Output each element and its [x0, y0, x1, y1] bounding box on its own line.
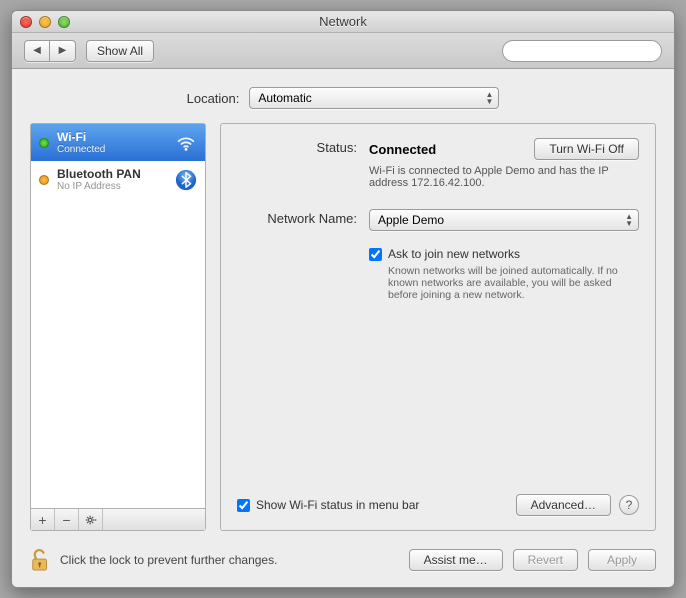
network-name-select-wrap[interactable]: Apple Demo ▲▼: [369, 209, 639, 231]
sidebar-footer: + −: [31, 508, 205, 530]
search-input[interactable]: [515, 44, 670, 58]
ask-to-join-input[interactable]: [369, 248, 382, 261]
apply-button[interactable]: Apply: [588, 549, 656, 571]
gear-icon: [84, 513, 98, 527]
service-actions-button[interactable]: [79, 509, 103, 530]
status-label: Status:: [237, 138, 357, 189]
location-label: Location:: [187, 91, 240, 106]
detail-footer: Show Wi-Fi status in menu bar Advanced… …: [237, 486, 639, 516]
show-menubar-input[interactable]: [237, 499, 250, 512]
revert-button[interactable]: Revert: [513, 549, 578, 571]
lock-area[interactable]: Click the lock to prevent further change…: [30, 547, 399, 573]
sidebar-item-status: No IP Address: [57, 181, 167, 192]
service-list: Wi-Fi Connected: [31, 124, 205, 508]
lock-text: Click the lock to prevent further change…: [60, 553, 277, 567]
bluetooth-icon: [175, 169, 197, 191]
remove-service-button[interactable]: −: [55, 509, 79, 530]
wifi-icon: [175, 132, 197, 154]
show-menubar-label: Show Wi-Fi status in menu bar: [256, 498, 419, 512]
location-select[interactable]: Automatic: [249, 87, 499, 109]
detail-pane: Status: Connected Turn Wi-Fi Off Wi-Fi i…: [220, 123, 656, 531]
show-menubar-checkbox[interactable]: Show Wi-Fi status in menu bar: [237, 498, 508, 512]
ask-to-join-checkbox[interactable]: Ask to join new networks: [369, 247, 639, 261]
location-select-wrap[interactable]: Automatic ▲▼: [249, 87, 499, 109]
network-preferences-window: Network ◀ ▶ Show All Location: Automatic…: [11, 10, 675, 588]
window-title: Network: [12, 14, 674, 29]
status-dot-icon: [39, 138, 49, 148]
show-all-button[interactable]: Show All: [86, 40, 154, 62]
sidebar-item-wifi[interactable]: Wi-Fi Connected: [31, 124, 205, 161]
assist-button[interactable]: Assist me…: [409, 549, 503, 571]
nav-segment: ◀ ▶: [24, 40, 76, 62]
titlebar: Network: [12, 11, 674, 33]
help-button[interactable]: ?: [619, 495, 639, 515]
back-button[interactable]: ◀: [24, 40, 50, 62]
network-name-label: Network Name:: [237, 209, 357, 231]
advanced-button[interactable]: Advanced…: [516, 494, 611, 516]
lock-open-icon: [30, 547, 52, 573]
toolbar: ◀ ▶ Show All: [12, 33, 674, 69]
sidebar-item-label: Wi-Fi: [57, 130, 167, 144]
add-service-button[interactable]: +: [31, 509, 55, 530]
ask-to-join-label: Ask to join new networks: [388, 247, 520, 261]
sidebar: Wi-Fi Connected: [30, 123, 206, 531]
network-name-row: Network Name: Apple Demo ▲▼: [237, 209, 639, 231]
status-description: Wi-Fi is connected to Apple Demo and has…: [369, 165, 609, 189]
bottom-bar: Click the lock to prevent further change…: [12, 541, 674, 587]
body: Location: Automatic ▲▼ Wi-Fi Connected: [12, 69, 674, 541]
forward-button[interactable]: ▶: [50, 40, 76, 62]
search-field[interactable]: [502, 40, 662, 62]
chevron-left-icon: ◀: [33, 45, 41, 56]
main-split: Wi-Fi Connected: [30, 123, 656, 531]
sidebar-item-label: Bluetooth PAN: [57, 167, 167, 181]
chevron-right-icon: ▶: [59, 45, 67, 56]
ask-to-join-description: Known networks will be joined automatica…: [388, 265, 638, 301]
sidebar-item-bluetooth-pan[interactable]: Bluetooth PAN No IP Address: [31, 161, 205, 198]
status-value: Connected: [369, 142, 436, 157]
status-dot-icon: [39, 175, 49, 185]
ask-to-join-row: Ask to join new networks Known networks …: [237, 247, 639, 301]
location-row: Location: Automatic ▲▼: [30, 87, 656, 109]
turn-wifi-off-button[interactable]: Turn Wi-Fi Off: [534, 138, 639, 160]
network-name-select[interactable]: Apple Demo: [369, 209, 639, 231]
status-row: Status: Connected Turn Wi-Fi Off Wi-Fi i…: [237, 138, 639, 189]
sidebar-item-status: Connected: [57, 144, 167, 155]
